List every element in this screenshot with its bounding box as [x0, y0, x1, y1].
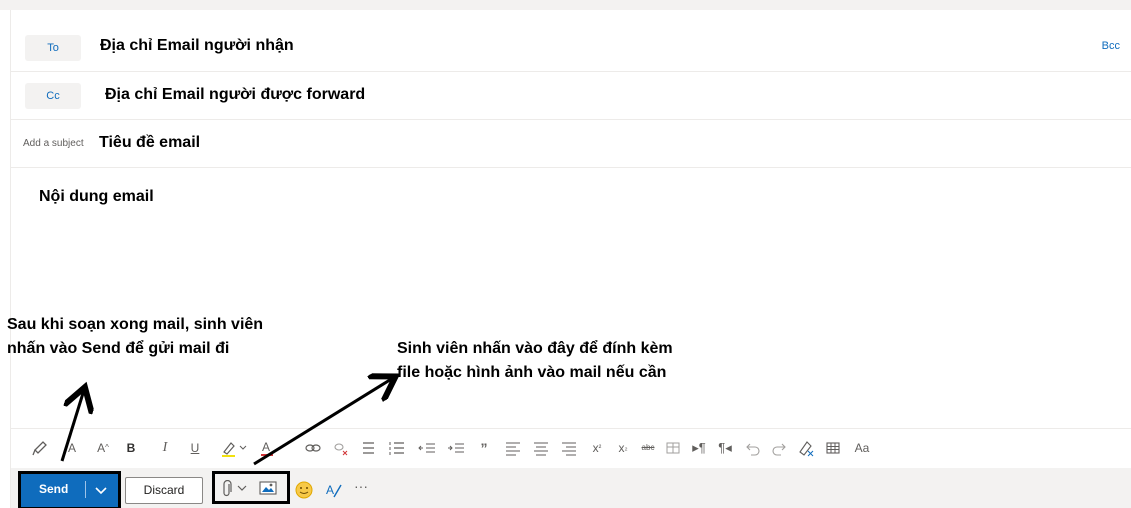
quote-icon[interactable]: ” [477, 438, 491, 458]
body-annotation: Nội dung email [39, 188, 154, 205]
top-strip [0, 0, 1131, 10]
align-center-icon[interactable] [533, 438, 549, 458]
subject-row[interactable]: Add a subject Tiêu đề email [11, 120, 1131, 168]
cc-annotation: Địa chỉ Email người được forward [105, 86, 366, 103]
more-options-icon[interactable]: ··· [354, 478, 374, 498]
table-insert-icon[interactable] [665, 438, 681, 458]
strikethrough-icon[interactable]: abc [639, 438, 657, 458]
styles-icon[interactable]: Aa [851, 438, 873, 458]
svg-text:A: A [326, 483, 334, 497]
undo-icon[interactable] [745, 438, 761, 458]
font-color-icon[interactable]: A [259, 438, 281, 458]
bullets-icon[interactable] [360, 438, 376, 458]
editor-icon[interactable]: A [324, 480, 344, 500]
attach-instruction-note: Sinh viên nhấn vào đây để đính kèm file … [397, 337, 757, 385]
redo-icon[interactable] [771, 438, 787, 458]
cc-button[interactable]: Cc [25, 83, 81, 109]
insert-picture-icon[interactable] [259, 480, 277, 496]
decrease-indent-icon[interactable] [418, 438, 436, 458]
send-instruction-note: Sau khi soạn xong mail, sinh viên nhấn v… [7, 313, 337, 361]
send-note-line2: nhấn vào Send để gửi mail đi [7, 340, 230, 357]
clear-format-icon[interactable] [797, 438, 815, 458]
format-toolbar: A A^ B I U A ” x² x₂ abc ▸¶ ¶◂ Aa [11, 428, 1131, 468]
compose-pane: To Địa chỉ Email người nhận Bcc Cc Địa c… [10, 10, 1131, 508]
attach-chevron-down-icon[interactable] [235, 481, 249, 495]
to-annotation: Địa chỉ Email người nhận [100, 37, 294, 54]
format-painter-icon[interactable] [31, 438, 49, 458]
bcc-button[interactable]: Bcc [1102, 40, 1120, 52]
numbering-icon[interactable] [389, 438, 405, 458]
rtl-icon[interactable]: ¶◂ [717, 438, 733, 458]
action-bar: Send Discard A ··· [11, 468, 1131, 508]
paperclip-icon[interactable] [221, 480, 233, 498]
superscript-icon[interactable]: x² [589, 438, 605, 458]
emoji-icon[interactable] [294, 480, 314, 500]
discard-button[interactable]: Discard [125, 477, 203, 504]
send-note-line1: Sau khi soạn xong mail, sinh viên [7, 316, 264, 333]
bold-icon[interactable]: B [124, 438, 138, 458]
subscript-icon[interactable]: x₂ [615, 438, 631, 458]
subject-annotation: Tiêu đề email [99, 134, 201, 151]
cc-row: Cc Địa chỉ Email người được forward [11, 72, 1131, 120]
to-button[interactable]: To [25, 35, 81, 61]
svg-text:A: A [262, 440, 270, 454]
link-icon[interactable] [304, 438, 322, 458]
ltr-icon[interactable]: ▸¶ [691, 438, 707, 458]
send-separator [85, 481, 86, 498]
font-icon[interactable]: A [64, 438, 80, 458]
send-options-chevron-icon[interactable] [91, 480, 111, 500]
align-left-icon[interactable] [505, 438, 521, 458]
table-icon[interactable] [825, 438, 841, 458]
attach-note-line2: file hoặc hình ảnh vào mail nếu cần [397, 364, 667, 381]
subject-input[interactable]: Add a subject [23, 138, 84, 149]
align-right-icon[interactable] [561, 438, 577, 458]
to-row: To Địa chỉ Email người nhận Bcc [11, 24, 1131, 72]
send-button-group: Send [18, 471, 121, 508]
highlight-icon[interactable] [220, 438, 250, 458]
underline-icon[interactable]: U [188, 438, 202, 458]
attach-note-line1: Sinh viên nhấn vào đây để đính kèm [397, 340, 673, 357]
attach-group [212, 471, 290, 504]
increase-indent-icon[interactable] [447, 438, 465, 458]
italic-icon[interactable]: I [158, 438, 172, 458]
unlink-icon[interactable] [332, 438, 350, 458]
send-button[interactable]: Send [39, 482, 68, 496]
font-size-icon[interactable]: A^ [94, 438, 112, 458]
